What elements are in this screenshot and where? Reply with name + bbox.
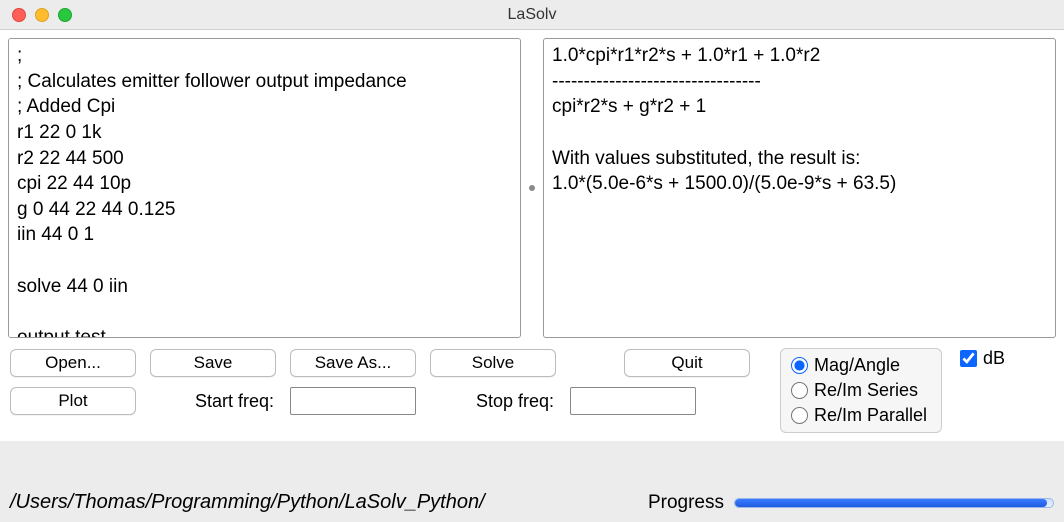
- quit-button[interactable]: Quit: [624, 349, 750, 377]
- button-grid: Open... Save Save As... Solve Quit Plot …: [10, 348, 750, 416]
- stop-freq-label: Stop freq:: [430, 391, 556, 412]
- status-bar: /Users/Thomas/Programming/Python/LaSolv_…: [0, 491, 1064, 518]
- open-button[interactable]: Open...: [10, 349, 136, 377]
- progress-fill: [735, 499, 1047, 507]
- split-panes: 1.0*cpi*r1*r2*s + 1.0*r1 + 1.0*r2 ------…: [8, 38, 1056, 338]
- radio-re-im-series[interactable]: Re/Im Series: [791, 380, 927, 401]
- window-title: LaSolv: [0, 6, 1064, 24]
- progress-label: Progress: [648, 492, 724, 514]
- display-mode-group: Mag/Angle Re/Im Series Re/Im Parallel: [780, 348, 942, 433]
- start-freq-input[interactable]: [290, 387, 416, 415]
- db-checkbox[interactable]: [960, 350, 977, 367]
- netlist-editor[interactable]: [8, 38, 521, 338]
- save-as-button[interactable]: Save As...: [290, 349, 416, 377]
- radio-mag-angle-input[interactable]: [791, 357, 808, 374]
- radio-mag-angle-label: Mag/Angle: [814, 355, 900, 376]
- close-icon[interactable]: [12, 8, 26, 22]
- traffic-lights: [0, 8, 72, 22]
- start-freq-label: Start freq:: [150, 391, 276, 412]
- result-output[interactable]: 1.0*cpi*r1*r2*s + 1.0*r1 + 1.0*r2 ------…: [543, 38, 1056, 338]
- plot-button[interactable]: Plot: [10, 387, 136, 415]
- stop-freq-input[interactable]: [570, 387, 696, 415]
- radio-re-im-parallel[interactable]: Re/Im Parallel: [791, 405, 927, 426]
- workarea: 1.0*cpi*r1*r2*s + 1.0*r1 + 1.0*r2 ------…: [0, 30, 1064, 441]
- radio-re-im-series-label: Re/Im Series: [814, 380, 918, 401]
- save-button[interactable]: Save: [150, 349, 276, 377]
- db-checkbox-label: dB: [983, 348, 1005, 369]
- options-area: Mag/Angle Re/Im Series Re/Im Parallel dB: [780, 348, 1005, 433]
- radio-re-im-parallel-input[interactable]: [791, 407, 808, 424]
- pane-splitter[interactable]: [527, 38, 537, 338]
- db-checkbox-row[interactable]: dB: [960, 348, 1005, 369]
- controls-row: Open... Save Save As... Solve Quit Plot …: [8, 348, 1056, 433]
- solve-button[interactable]: Solve: [430, 349, 556, 377]
- progress-bar: [734, 498, 1054, 508]
- maximize-icon[interactable]: [58, 8, 72, 22]
- radio-re-im-parallel-label: Re/Im Parallel: [814, 405, 927, 426]
- radio-re-im-series-input[interactable]: [791, 382, 808, 399]
- file-path: /Users/Thomas/Programming/Python/LaSolv_…: [10, 491, 485, 514]
- splitter-handle-icon: [529, 185, 535, 191]
- radio-mag-angle[interactable]: Mag/Angle: [791, 355, 927, 376]
- minimize-icon[interactable]: [35, 8, 49, 22]
- titlebar: LaSolv: [0, 0, 1064, 30]
